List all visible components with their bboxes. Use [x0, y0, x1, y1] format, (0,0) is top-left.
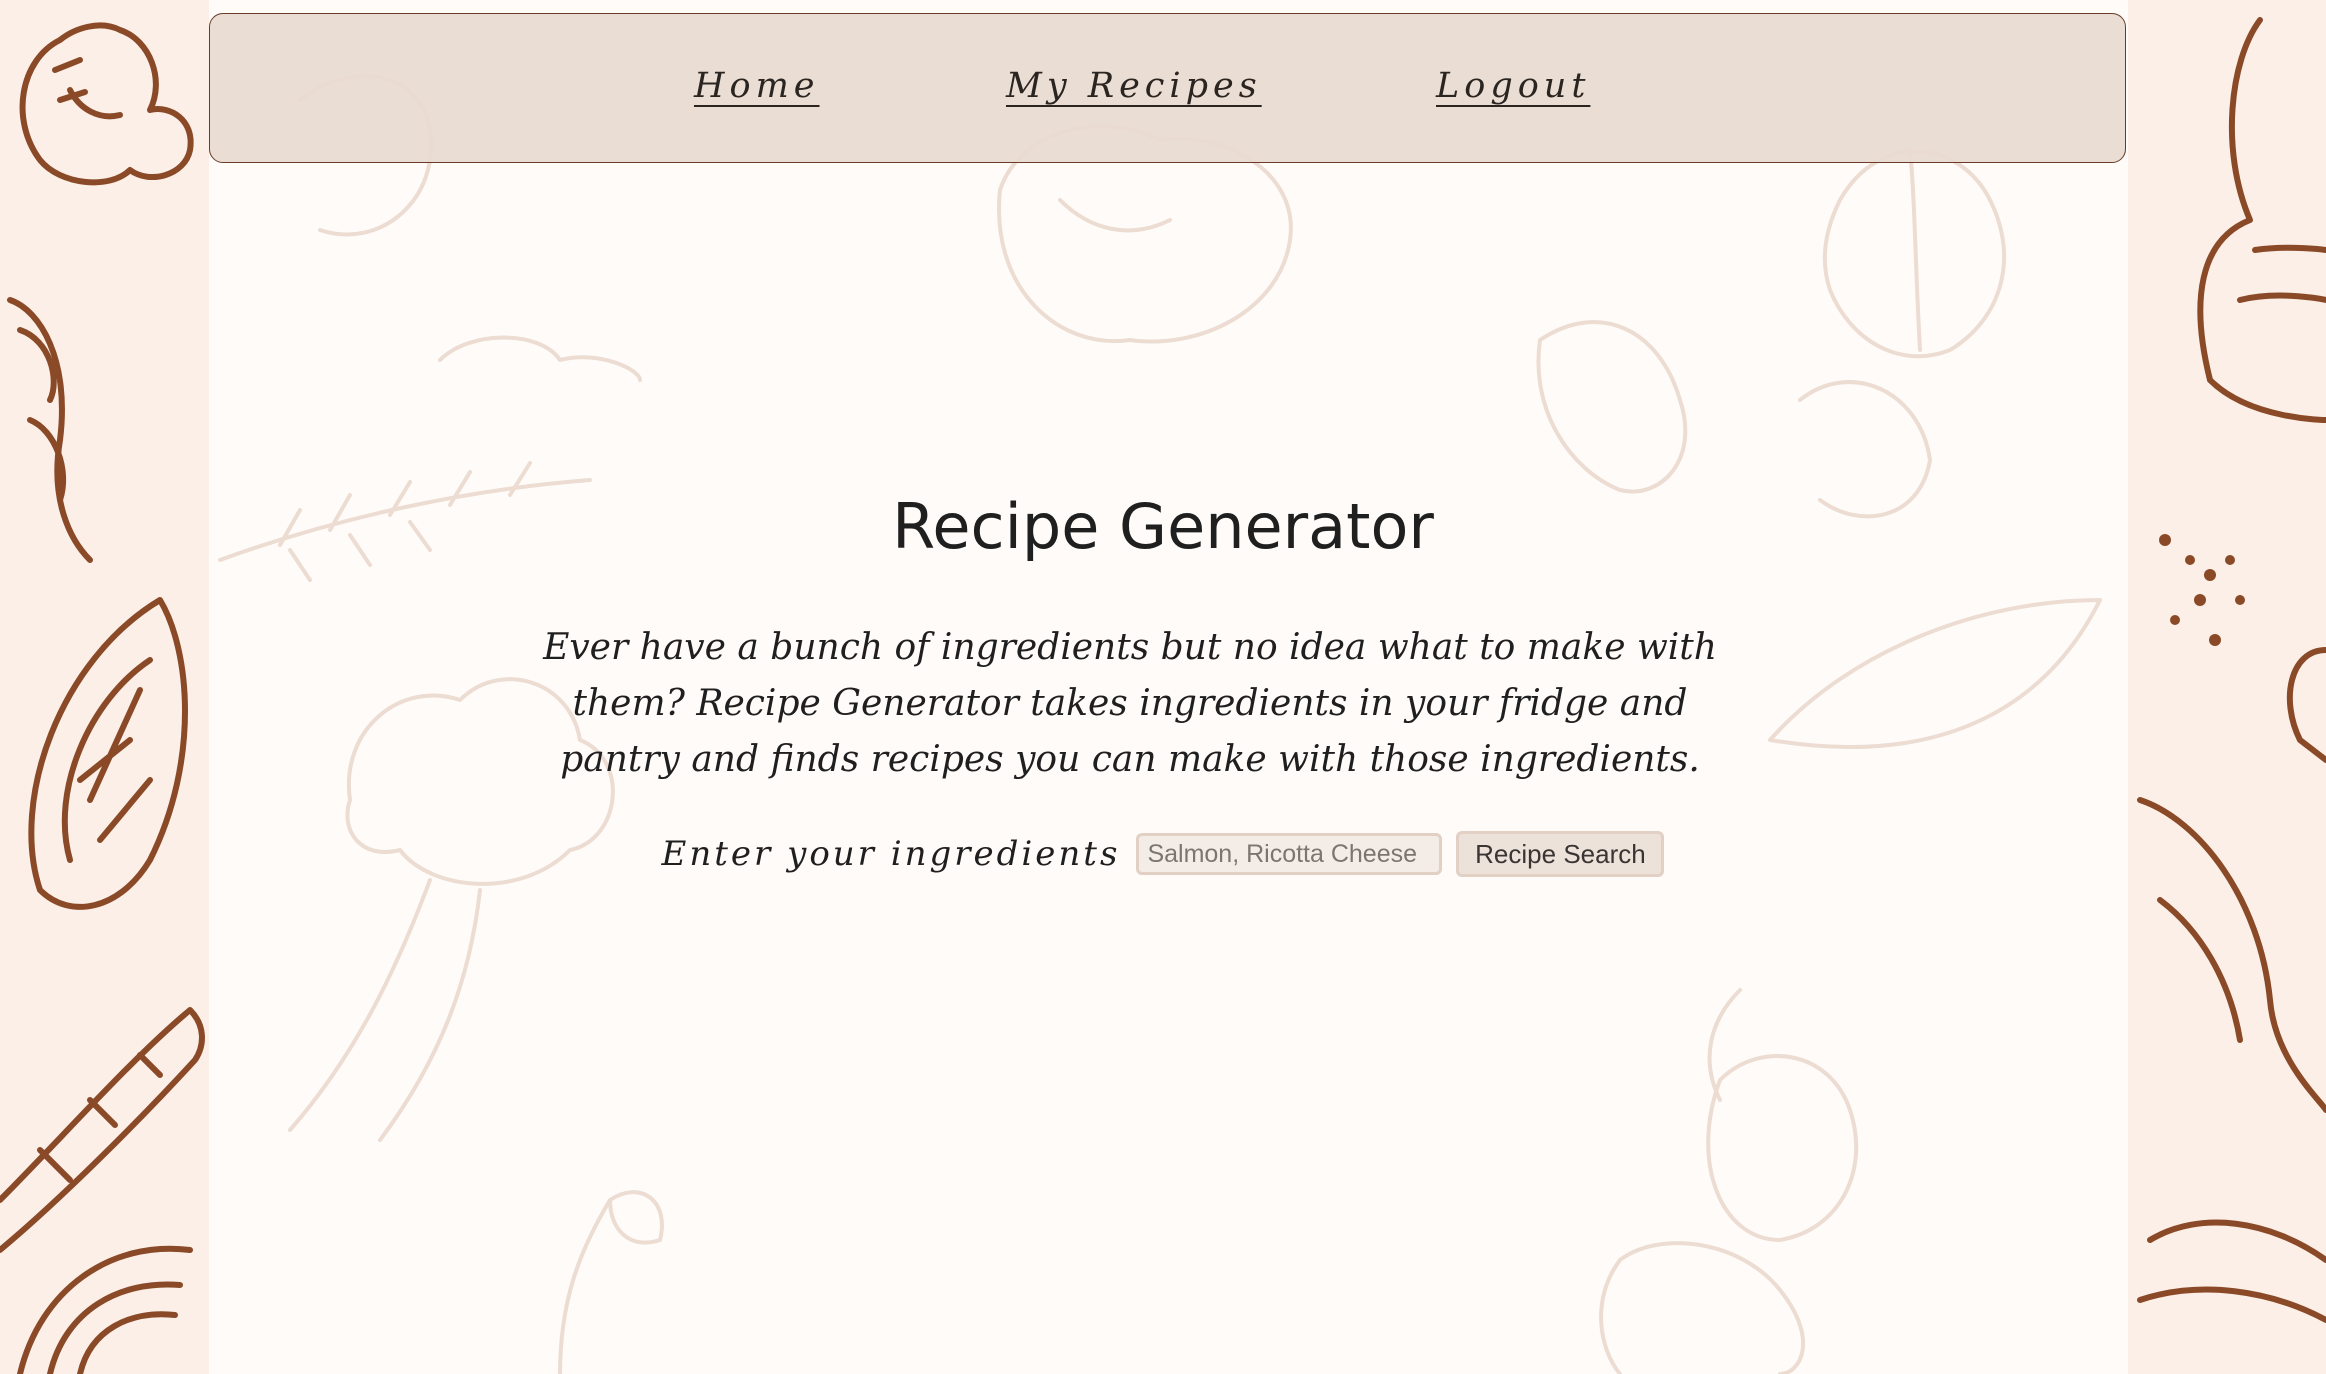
ingredients-input[interactable]	[1136, 833, 1443, 875]
page-description: Ever have a bunch of ingredients but no …	[543, 627, 1717, 780]
page-title: Recipe Generator	[892, 490, 1434, 563]
radish-icon	[1706, 988, 1859, 1242]
nav-link-home[interactable]: Home	[694, 66, 820, 106]
sprout-icon	[558, 1190, 664, 1374]
nav-link-logout[interactable]: Logout	[1436, 66, 1590, 106]
bean-icon	[1599, 1241, 1806, 1374]
recipe-search-button[interactable]: Recipe Search	[1456, 831, 1665, 877]
nav-link-my-recipes[interactable]: My Recipes	[1006, 66, 1262, 106]
ingredients-label: Enter your ingredients	[661, 834, 1121, 874]
garlic-icon	[1822, 148, 2006, 359]
ingredient-search-form: Enter your ingredients Recipe Search	[0, 826, 2326, 882]
